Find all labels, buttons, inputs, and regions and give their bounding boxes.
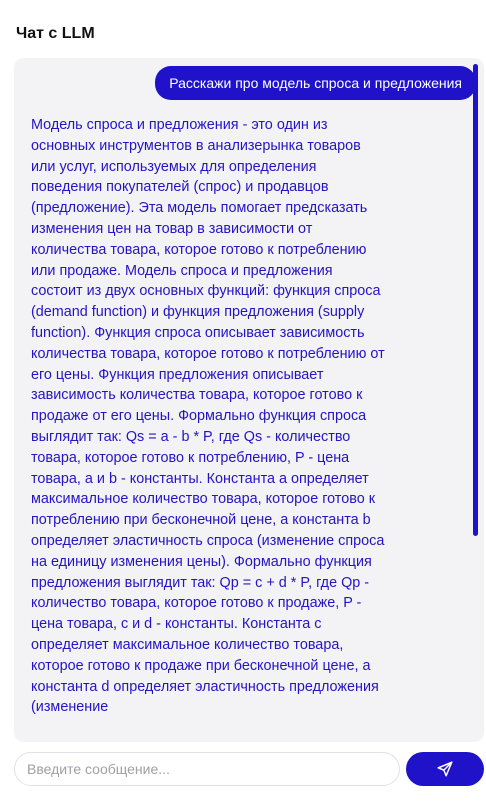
user-message: Расскажи про модель спроса и предложения <box>155 66 476 100</box>
assistant-message: Модель спроса и предложения - это один и… <box>31 117 385 716</box>
message-composer <box>14 752 484 788</box>
message-input[interactable] <box>14 752 400 786</box>
send-icon <box>437 761 453 777</box>
page-title: Чат с LLM <box>16 25 95 42</box>
chat-scrollbar[interactable] <box>473 64 478 736</box>
chat-history[interactable]: Расскажи про модель спроса и предложения… <box>14 58 484 742</box>
send-button[interactable] <box>406 752 484 786</box>
chat-scrollbar-thumb[interactable] <box>473 64 478 536</box>
chat-page: Чат с LLM Расскажи про модель спроса и п… <box>0 0 486 804</box>
